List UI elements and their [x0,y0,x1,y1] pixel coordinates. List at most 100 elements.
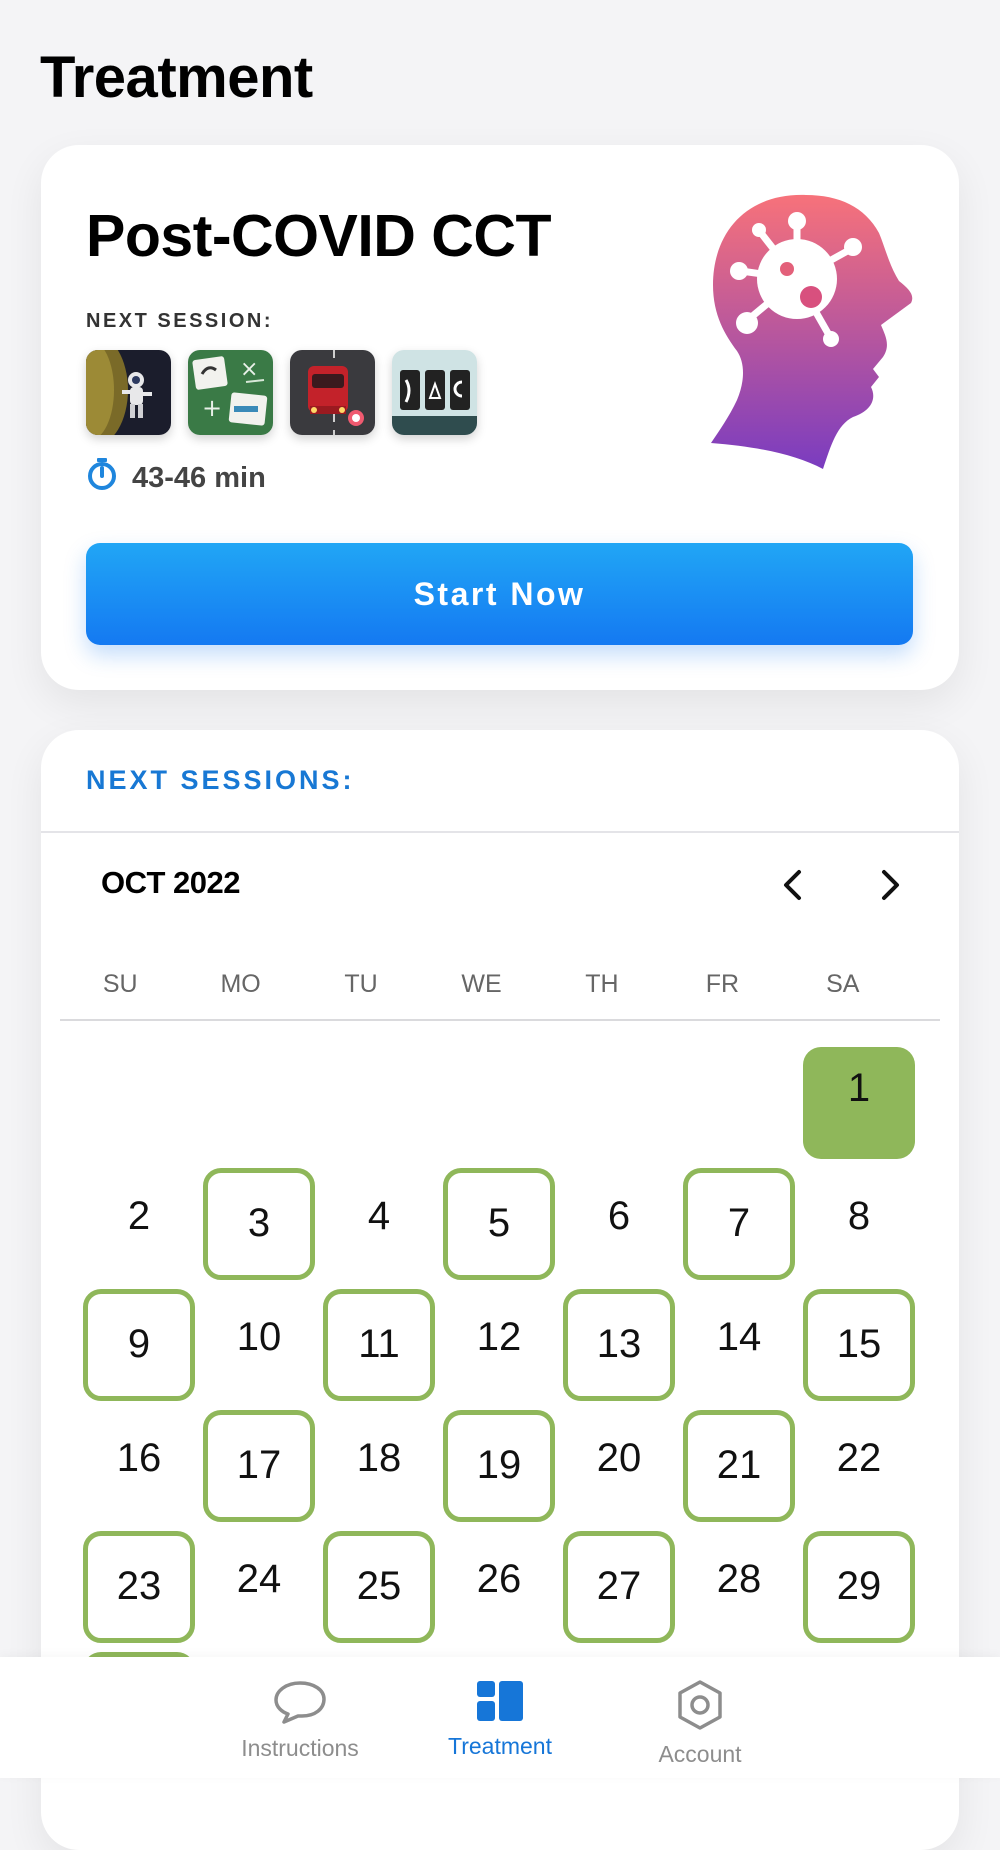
calendar-day[interactable]: 20 [559,1405,679,1526]
empty-day-cell [199,1042,319,1163]
calendar-day[interactable]: 27 [559,1526,679,1647]
day-number: 8 [847,1194,871,1238]
math-cards-game-icon: × + [188,350,273,435]
calendar-day[interactable]: 15 [799,1284,919,1405]
section-divider [41,831,959,833]
day-number: 16 [116,1436,162,1480]
nav-label: Account [658,1741,742,1767]
calendar-day[interactable]: 28 [679,1526,799,1647]
calendar-day[interactable]: 18 [319,1405,439,1526]
bottom-navigation: Instructions Treatment Account [0,1657,1000,1778]
calendar-day[interactable]: 11 [319,1284,439,1405]
session-day-marker: 15 [803,1288,915,1401]
chevron-left-icon [784,870,801,900]
session-day-marker: 17 [203,1409,315,1522]
nav-treatment[interactable]: Treatment [400,1657,600,1778]
session-day-marker: 23 [83,1530,195,1643]
day-number: 4 [367,1194,391,1238]
calendar-day[interactable]: 1 [799,1042,919,1163]
day-number: 10 [236,1315,282,1359]
weekday-label: SA [826,970,860,998]
day-number: 6 [607,1194,631,1238]
stopwatch-icon [86,457,118,499]
session-day-marker: 3 [203,1167,315,1280]
head-virus-icon [701,185,921,475]
calendar-day[interactable]: 23 [79,1526,199,1647]
day-number: 18 [356,1436,402,1480]
nav-account[interactable]: Account [600,1657,800,1778]
session-day-marker: 11 [323,1288,435,1401]
empty-day-cell [439,1042,559,1163]
astronaut-game-icon [86,350,171,435]
grid-icon [477,1681,523,1721]
calendar-day[interactable]: 16 [79,1405,199,1526]
weekday-label: TH [585,970,619,998]
nav-instructions[interactable]: Instructions [200,1657,400,1778]
calendar-day[interactable]: 22 [799,1405,919,1526]
page-title: Treatment [40,45,313,110]
nav-label: Treatment [448,1733,552,1759]
session-day-marker: 29 [803,1530,915,1643]
calendar-day[interactable]: 19 [439,1405,559,1526]
empty-day-cell [319,1042,439,1163]
speech-bubble-icon [274,1681,326,1724]
weekday-label: WE [461,970,502,998]
calendar-day[interactable]: 5 [439,1163,559,1284]
empty-day-cell [559,1042,679,1163]
card-symbols-game-icon [392,350,477,435]
weekday-label: TU [344,970,378,998]
calendar-day[interactable]: 24 [199,1526,319,1647]
session-day-marker: 25 [323,1530,435,1643]
calendar-day[interactable]: 29 [799,1526,919,1647]
day-number: 28 [716,1557,762,1601]
day-number: 24 [236,1557,282,1601]
next-month-button[interactable] [871,865,911,905]
calendar-day[interactable]: 21 [679,1405,799,1526]
day-number: 14 [716,1315,762,1359]
session-day-marker: 21 [683,1409,795,1522]
duration-text: 43-46 min [132,461,266,494]
calendar-day[interactable]: 12 [439,1284,559,1405]
calendar-day[interactable]: 10 [199,1284,319,1405]
day-number: 26 [476,1557,522,1601]
session-day-marker: 13 [563,1288,675,1401]
previous-month-button[interactable] [772,865,812,905]
session-day-marker: 27 [563,1530,675,1643]
day-number: 20 [596,1436,642,1480]
session-day-marker: 1 [803,1046,915,1159]
day-number: 2 [127,1194,151,1238]
weekday-label: FR [705,970,740,998]
calendar-day[interactable]: 8 [799,1163,919,1284]
session-day-marker: 19 [443,1409,555,1522]
calendar-day[interactable]: 13 [559,1284,679,1405]
session-day-marker: 5 [443,1167,555,1280]
calendar-day[interactable]: 7 [679,1163,799,1284]
calendar-day[interactable]: 6 [559,1163,679,1284]
empty-day-cell [79,1042,199,1163]
weekday-divider [60,1019,940,1021]
calendar-day[interactable]: 25 [319,1526,439,1647]
session-day-marker: 7 [683,1167,795,1280]
session-duration: 43-46 min [86,457,266,499]
svg-text:+: + [202,394,222,422]
svg-text:×: × [240,357,258,382]
program-card: Post-COVID CCT NEXT SESSION: × + 43-46 m… [41,145,959,690]
car-driving-game-icon [290,350,375,435]
nav-label: Instructions [241,1735,359,1761]
program-title: Post-COVID CCT [86,203,552,269]
calendar-day[interactable]: 3 [199,1163,319,1284]
calendar-day[interactable]: 14 [679,1284,799,1405]
calendar-day[interactable]: 4 [319,1163,439,1284]
settings-hexagon-icon [678,1680,722,1730]
calendar-day[interactable]: 9 [79,1284,199,1405]
calendar-day[interactable]: 2 [79,1163,199,1284]
calendar-day[interactable]: 26 [439,1526,559,1647]
session-day-marker: 9 [83,1288,195,1401]
game-thumbnails: × + [86,350,477,435]
calendar-day[interactable]: 17 [199,1405,319,1526]
weekday-label: MO [220,970,261,998]
day-number: 12 [476,1315,522,1359]
empty-day-cell [679,1042,799,1163]
weekday-label: SU [102,970,138,998]
start-now-button[interactable]: Start Now [86,543,913,645]
